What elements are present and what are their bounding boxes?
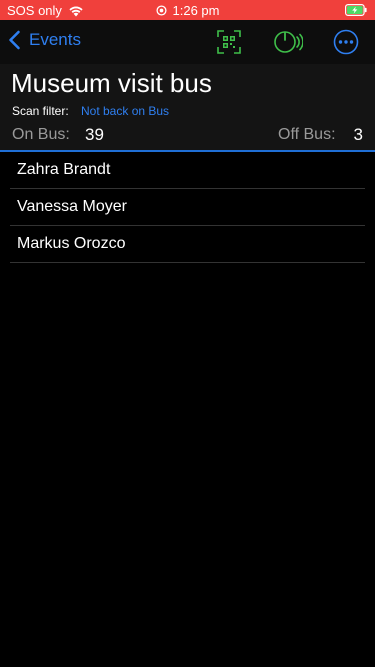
status-bar: SOS only 1:26 pm [0,0,375,20]
battery-charging-icon [345,4,367,16]
back-button[interactable]: Events [8,30,81,50]
passenger-name: Markus Orozco [17,235,126,252]
list-item[interactable]: Vanessa Moyer [10,189,365,226]
clock-label: 1:26 pm [172,3,220,18]
off-bus-label: Off Bus: [278,126,336,143]
rfid-scan-icon[interactable] [273,29,303,55]
navigation-bar: Events [0,20,375,64]
alarm-icon [155,5,167,16]
back-button-label: Events [29,30,81,49]
passenger-name: Vanessa Moyer [17,198,127,215]
chevron-left-icon [9,30,20,50]
scan-filter-selector[interactable]: Not back on Bus [81,104,169,118]
on-bus-count: 39 [85,125,104,144]
passenger-list: Zahra Brandt Vanessa Moyer Markus Orozco [10,152,365,263]
more-options-icon[interactable] [333,29,359,55]
scan-filter-label: Scan filter: [12,104,69,118]
app-screen: SOS only 1:26 pm Events Museum visit bus… [0,0,375,667]
event-header: Museum visit bus Scan filter: Not back o… [0,64,375,150]
qr-code-scanner-icon[interactable] [216,29,242,55]
status-time: 1:26 pm [0,3,375,18]
on-bus-label: On Bus: [12,126,70,143]
page-title: Museum visit bus [11,68,212,98]
list-item[interactable]: Zahra Brandt [10,152,365,189]
list-item[interactable]: Markus Orozco [10,226,365,263]
off-bus-count: 3 [353,125,363,144]
passenger-name: Zahra Brandt [17,161,111,178]
